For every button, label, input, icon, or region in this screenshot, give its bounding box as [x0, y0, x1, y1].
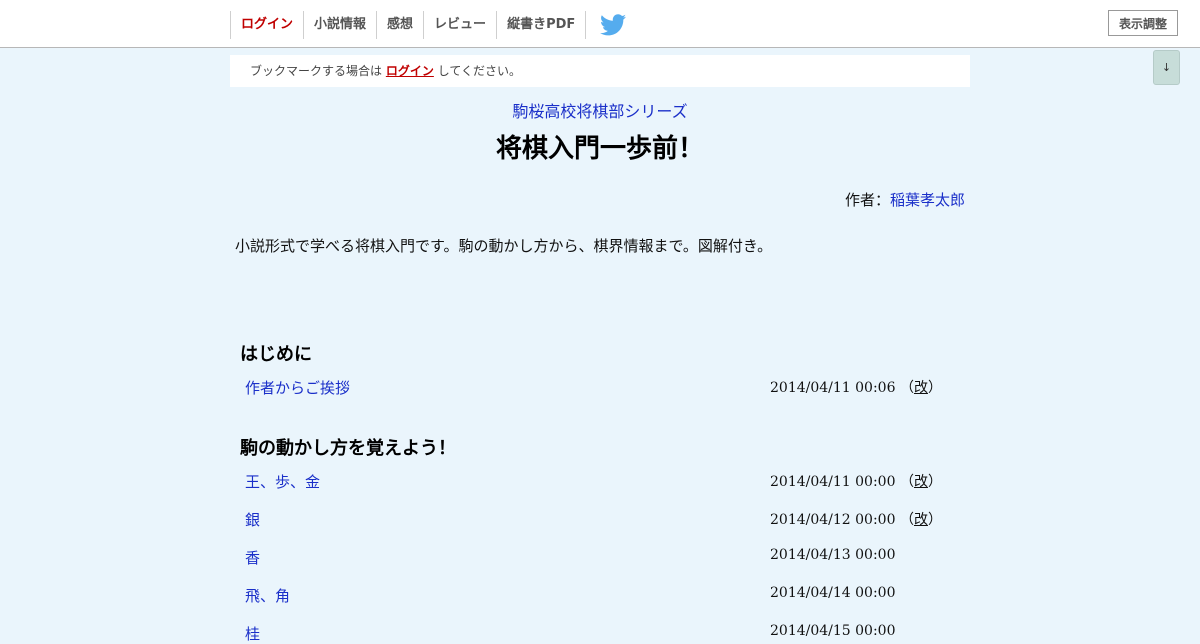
- author-label: 作者：: [844, 191, 890, 209]
- synopsis: 小説形式で学べる将棋入門です。駒の動かし方から、棋界情報まで。図解付き。: [235, 237, 773, 255]
- episode-row: 香 2014/04/13 00:00: [245, 547, 965, 567]
- episode-row: 飛、角 2014/04/14 00:00: [245, 585, 965, 605]
- twitter-bird-icon[interactable]: [600, 14, 626, 36]
- episode-link[interactable]: 銀: [245, 509, 260, 530]
- series-link[interactable]: 駒桜高校将棋部シリーズ: [230, 98, 970, 122]
- episode-date: 2014/04/15 00:00: [770, 623, 896, 639]
- top-header: ログイン 小説情報 感想 レビュー 縦書きPDF 表示調整: [0, 0, 1200, 48]
- revision-link[interactable]: 改: [914, 380, 928, 396]
- episode-row: 銀 2014/04/12 00:00 （改）: [245, 509, 965, 529]
- episode-date: 2014/04/12 00:00 （改）: [770, 512, 942, 528]
- bookmark-notice: ブックマークする場合は ログイン してください。: [230, 55, 970, 87]
- episode-date: 2014/04/11 00:00 （改）: [770, 474, 942, 490]
- display-settings-button[interactable]: 表示調整: [1108, 10, 1178, 36]
- nav-login[interactable]: ログイン: [230, 11, 303, 39]
- episode-date: 2014/04/13 00:00: [770, 547, 896, 563]
- episode-link[interactable]: 飛、角: [245, 585, 290, 606]
- chapter-title: 駒の動かし方を覚えよう！: [240, 438, 456, 459]
- nav-novel-info[interactable]: 小説情報: [303, 11, 376, 39]
- episode-row: 桂 2014/04/15 00:00: [245, 623, 965, 643]
- nav-review[interactable]: レビュー: [423, 11, 496, 39]
- revision-link[interactable]: 改: [914, 512, 928, 528]
- notice-login-link[interactable]: ログイン: [386, 64, 434, 78]
- episode-date: 2014/04/14 00:00: [770, 585, 896, 601]
- author-link[interactable]: 稲葉孝太郎: [890, 191, 965, 209]
- episode-link[interactable]: 桂: [245, 623, 260, 644]
- episode-link[interactable]: 作者からご挨拶: [245, 377, 350, 398]
- episode-link[interactable]: 王、歩、金: [245, 471, 320, 492]
- notice-after: してください。: [437, 64, 521, 78]
- episode-date-text: 2014/04/11 00:00: [770, 474, 896, 490]
- episode-date-text: 2014/04/12 00:00: [770, 512, 896, 528]
- episode-row: 王、歩、金 2014/04/11 00:00 （改）: [245, 471, 965, 491]
- nav-vertical-pdf[interactable]: 縦書きPDF: [496, 11, 587, 39]
- chapter-title: はじめに: [240, 344, 312, 365]
- episode-date: 2014/04/11 00:06 （改）: [770, 380, 942, 396]
- nav-impressions[interactable]: 感想: [376, 11, 423, 39]
- notice-before: ブックマークする場合は: [250, 64, 383, 78]
- novel-title: 将棋入門一歩前！: [495, 134, 704, 164]
- twitter-bird-svg: [600, 14, 626, 36]
- author-line: 作者：稲葉孝太郎: [230, 189, 965, 210]
- scroll-down-button[interactable]: ↓: [1153, 50, 1180, 85]
- episode-date-text: 2014/04/11 00:06: [770, 380, 896, 396]
- episode-link[interactable]: 香: [245, 547, 260, 568]
- episode-row: 作者からご挨拶 2014/04/11 00:06 （改）: [245, 377, 965, 397]
- revision-link[interactable]: 改: [914, 474, 928, 490]
- top-nav: ログイン 小説情報 感想 レビュー 縦書きPDF: [230, 11, 587, 39]
